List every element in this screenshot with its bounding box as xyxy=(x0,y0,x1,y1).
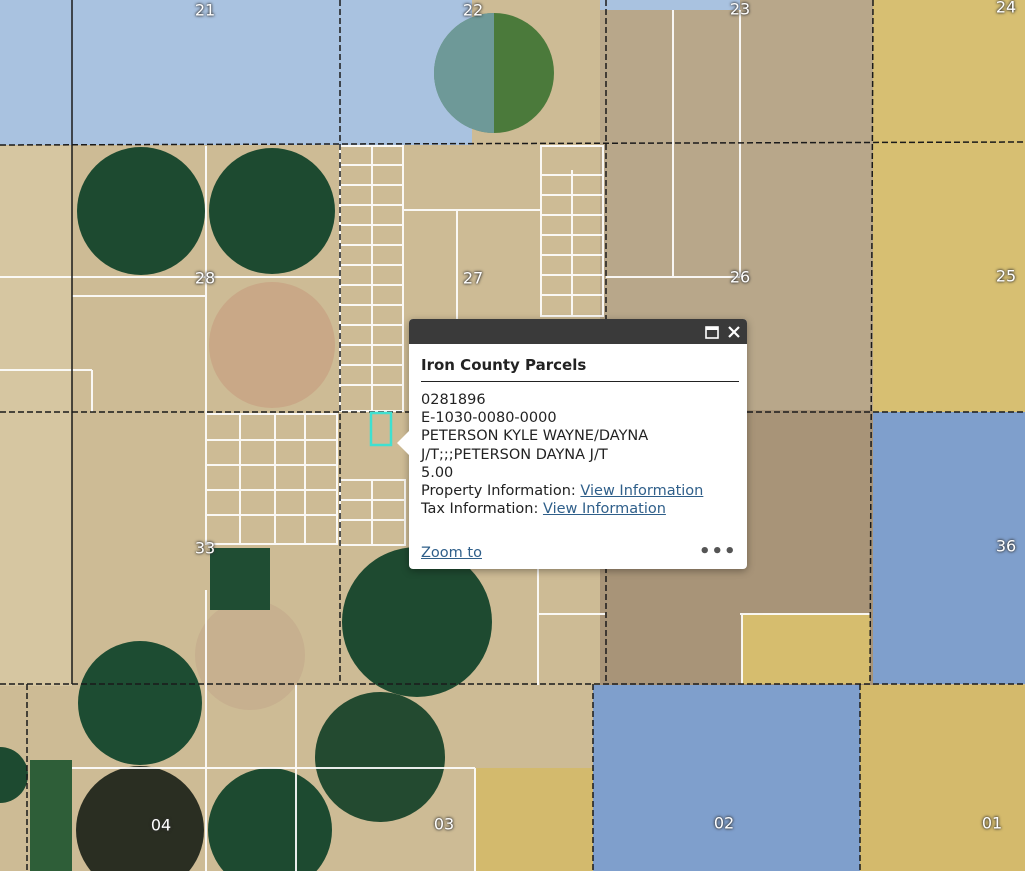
maximize-icon[interactable] xyxy=(702,322,722,342)
property-info-link[interactable]: View Information xyxy=(580,483,703,499)
zoom-to-link[interactable]: Zoom to xyxy=(421,545,482,561)
yellow-parcel-section-01 xyxy=(860,685,1025,871)
section-label: 02 xyxy=(713,813,735,833)
account-number: E-1030-0080-0000 xyxy=(421,410,557,427)
section-label: 01 xyxy=(981,813,1003,833)
section-label: 21 xyxy=(194,0,216,20)
green-field-strip xyxy=(30,760,72,871)
section-label: 04 xyxy=(150,815,172,835)
property-info-label: Property Information: xyxy=(421,483,576,500)
section-label: 33 xyxy=(194,538,216,558)
pivot-field xyxy=(78,641,202,765)
pivot-field xyxy=(342,547,492,697)
popup-pointer xyxy=(397,431,409,455)
pivot-field-fallow xyxy=(195,600,305,710)
desert-lighter-west xyxy=(0,146,72,686)
blue-parcel-strip-23 xyxy=(600,0,740,10)
popup-body: 0281896 E-1030-0080-0000 PETERSON KYLE W… xyxy=(421,391,741,518)
owner-line-1: PETERSON KYLE WAYNE/DAYNA xyxy=(421,428,649,445)
pivot-field xyxy=(77,147,205,275)
blue-parcel-section-21 xyxy=(0,0,340,145)
property-info-row: Property Information: View Information xyxy=(421,482,741,500)
section-label: 26 xyxy=(729,267,751,287)
popup-title: Iron County Parcels xyxy=(421,356,587,374)
pivot-field xyxy=(209,148,335,274)
tax-info-link[interactable]: View Information xyxy=(543,501,666,517)
pivot-field xyxy=(315,692,445,822)
tax-info-label: Tax Information: xyxy=(421,501,539,518)
yellow-parcel-03 xyxy=(475,768,593,871)
parcel-number: 0281896 xyxy=(421,392,486,408)
more-options-icon[interactable]: ••• xyxy=(699,541,736,562)
popup-divider xyxy=(421,381,739,382)
section-label: 27 xyxy=(462,268,484,288)
owner-line-2: J/T;;;PETERSON DAYNA J/T xyxy=(421,446,608,463)
tax-info-row: Tax Information: View Information xyxy=(421,500,741,518)
section-label: 25 xyxy=(995,266,1017,286)
acreage: 5.00 xyxy=(421,464,454,481)
section-label: 23 xyxy=(729,0,751,19)
yellow-parcel-36-corner xyxy=(742,614,870,684)
section-label: 28 xyxy=(194,268,216,288)
pivot-field-fallow xyxy=(209,282,335,408)
blue-parcel-section-02 xyxy=(593,685,860,871)
green-field-rect xyxy=(210,548,270,610)
section-label: 22 xyxy=(462,0,484,20)
popup-header xyxy=(409,319,747,344)
section-label: 24 xyxy=(995,0,1017,17)
section-label: 36 xyxy=(995,536,1017,556)
parcel-popup: Iron County Parcels 0281896 E-1030-0080-… xyxy=(397,319,747,569)
close-icon[interactable] xyxy=(724,322,744,342)
yellow-parcel-sections-24-25 xyxy=(873,0,1025,412)
section-label: 03 xyxy=(433,814,455,834)
